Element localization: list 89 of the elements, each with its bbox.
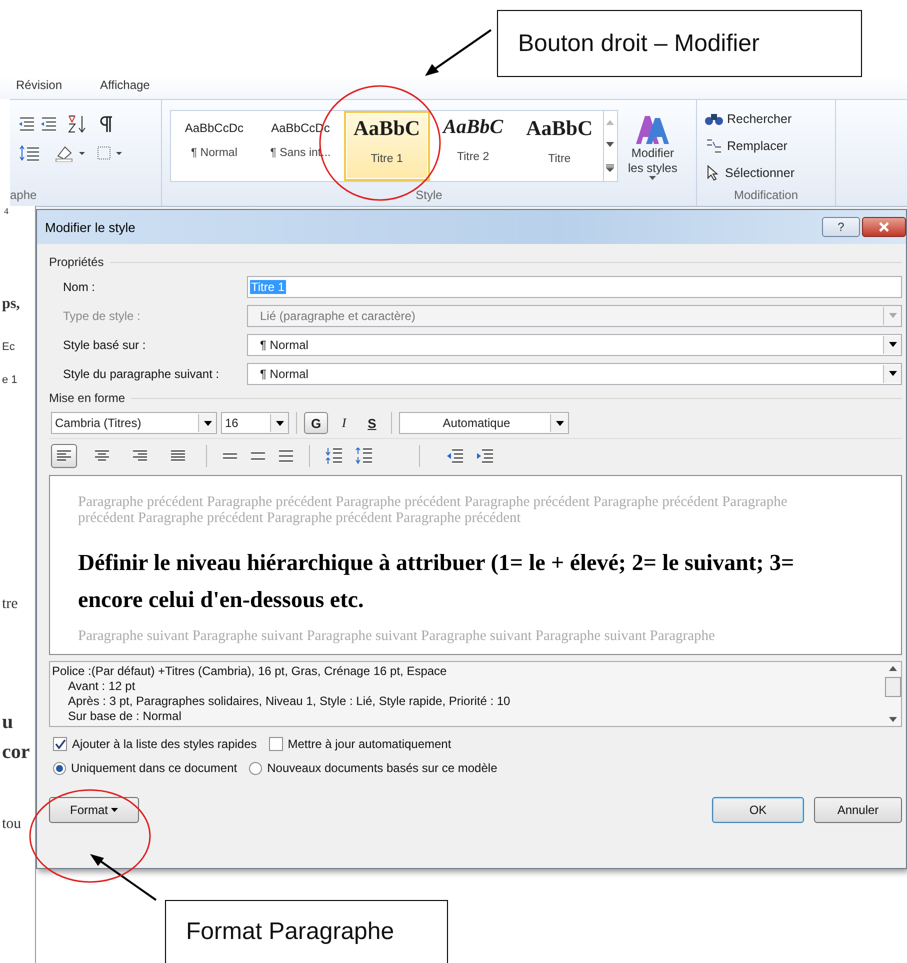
ribbon-command[interactable]: Sélectionner [705, 162, 835, 184]
description-text: Police :(Par défaut) +Titres (Cambria), 16 pt, Gras, Crénage 16 pt, Espace [52, 664, 448, 679]
group-label: Modification [732, 188, 800, 202]
style-item[interactable]: AaBbC Titre 1 [344, 111, 430, 181]
dropdown-arrow-icon [888, 371, 896, 376]
dropdown-field[interactable]: ¶ Normal [247, 362, 902, 384]
dropdown-arrow-icon [204, 420, 212, 426]
caret-icon [649, 176, 656, 180]
dropdown-arrow-icon [888, 313, 896, 318]
description-text: Sur base de : Normal [67, 709, 182, 724]
description-text: Après : 3 pt, Paragraphes solidaires, Niveau 1, Style : Lié, Style rapide, Priorité : 10 [67, 694, 512, 709]
checkbox-option[interactable]: Mettre à jour automatiquement [268, 737, 452, 751]
italic-button[interactable]: I [332, 412, 356, 434]
style-item[interactable]: AaBbC Titre [516, 111, 603, 181]
space-after-icon[interactable] [355, 447, 373, 465]
window-title: Modifier le style [45, 220, 136, 234]
field-label: Style basé sur : [63, 338, 147, 352]
shading-icon[interactable] [54, 144, 88, 162]
ok-button[interactable]: OK [712, 797, 804, 823]
radio-option[interactable]: Uniquement dans ce document [53, 761, 238, 775]
format-menu-button[interactable]: Format [49, 797, 139, 823]
document-text: tou [2, 816, 22, 833]
field-label: Type de style : [63, 308, 142, 322]
space-before-icon[interactable] [325, 447, 343, 465]
replace-icon [705, 138, 723, 154]
align-icon [132, 450, 148, 462]
ribbon-command[interactable]: Rechercher [705, 108, 835, 130]
document-text: u [2, 711, 14, 734]
checkbox-option[interactable]: Ajouter à la liste des styles rapides [53, 737, 257, 751]
close-icon [878, 222, 890, 232]
description-text: Avant : 12 pt [67, 679, 136, 694]
field-label: Nom : [63, 280, 96, 294]
decrease-indent-icon[interactable] [446, 449, 464, 463]
document-text: tre [2, 596, 18, 613]
document-text: ps, [2, 296, 20, 313]
align-button[interactable] [51, 444, 77, 468]
callout-arrow [88, 852, 158, 902]
more-icon[interactable] [606, 164, 614, 172]
checkmark-icon [54, 739, 66, 749]
scroll-down-icon[interactable] [606, 142, 614, 147]
double-spacing-icon[interactable] [278, 450, 294, 462]
close-button[interactable] [862, 217, 906, 237]
dropdown-field[interactable]: ¶ Normal [247, 334, 902, 356]
cancel-button[interactable]: Annuler [814, 797, 902, 823]
bold-button[interactable]: G [304, 412, 328, 434]
change-styles-button[interactable]: Modifier les styles [628, 110, 678, 206]
indent-icon[interactable] [18, 115, 58, 133]
ribbon-tab[interactable]: Révision [16, 78, 62, 96]
align-icon [170, 450, 186, 462]
document-text: 4 [4, 206, 8, 216]
align-icon [94, 450, 110, 462]
document-text: Ec [2, 341, 15, 353]
gallery-scrollbar[interactable] [602, 111, 617, 181]
align-icon [56, 450, 72, 462]
scroll-down-icon[interactable] [888, 717, 896, 722]
caret-icon [111, 808, 118, 812]
document-text: e 1 [2, 374, 18, 386]
group-label: Style [414, 188, 444, 202]
size-dropdown[interactable]: 16 [221, 412, 289, 434]
ribbon-tab[interactable]: Affichage [100, 78, 150, 96]
callout-box: Bouton droit – Modifier [497, 10, 862, 77]
one-half-spacing-icon[interactable] [250, 451, 266, 461]
preview-previous-text: Paragraphe précédent Paragraphe précédent Paragraphe précédent Paragraphe précédent Paragraphe précédent Paragraphe précédent Paragraphe précédent Paragraphe précédent Paragraphe précédent [78, 494, 788, 526]
preview-sample-text: Définir le niveau hiérarchique à attribuer (1= le + élevé; 2= le suivant; 3= encore celui d'en-dessous etc. [78, 549, 796, 614]
single-spacing-icon[interactable] [222, 452, 238, 460]
callout-box: Format Paragraphe [165, 900, 448, 963]
preview-next-text: Paragraphe suivant Paragraphe suivant Paragraphe suivant Paragraphe suivant Paragraphe suivant Paragraphe [78, 628, 716, 644]
field-label: Style du paragraphe suivant : [63, 366, 220, 380]
radio-option[interactable]: Nouveaux documents basés sur ce modèle [249, 761, 498, 775]
color-dropdown[interactable]: Automatique [399, 412, 569, 434]
ribbon-command[interactable]: Remplacer [705, 135, 835, 157]
style-item[interactable]: AaBbCcDc ¶ Normal [171, 111, 258, 181]
callout-arrow [423, 28, 493, 78]
dropdown-arrow-icon [556, 420, 564, 426]
cursor-icon [705, 165, 721, 181]
scroll-up-icon[interactable] [888, 666, 896, 671]
increase-indent-icon[interactable] [476, 449, 494, 463]
help-button[interactable]: ? [822, 217, 860, 237]
group-label: aphe [10, 188, 38, 202]
font-dropdown[interactable]: Cambria (Titres) [51, 412, 217, 434]
binoculars-icon [705, 112, 723, 126]
style-item[interactable]: AaBbC Titre 2 [430, 111, 516, 181]
pilcrow-icon[interactable] [98, 115, 114, 133]
underline-button[interactable]: S [360, 412, 384, 434]
section-label: Mise en forme [49, 391, 126, 405]
dropdown-arrow-icon [888, 342, 896, 347]
section-label: Propriétés [49, 255, 104, 269]
document-text: cor [2, 741, 30, 764]
dropdown-arrow-icon [276, 420, 284, 426]
